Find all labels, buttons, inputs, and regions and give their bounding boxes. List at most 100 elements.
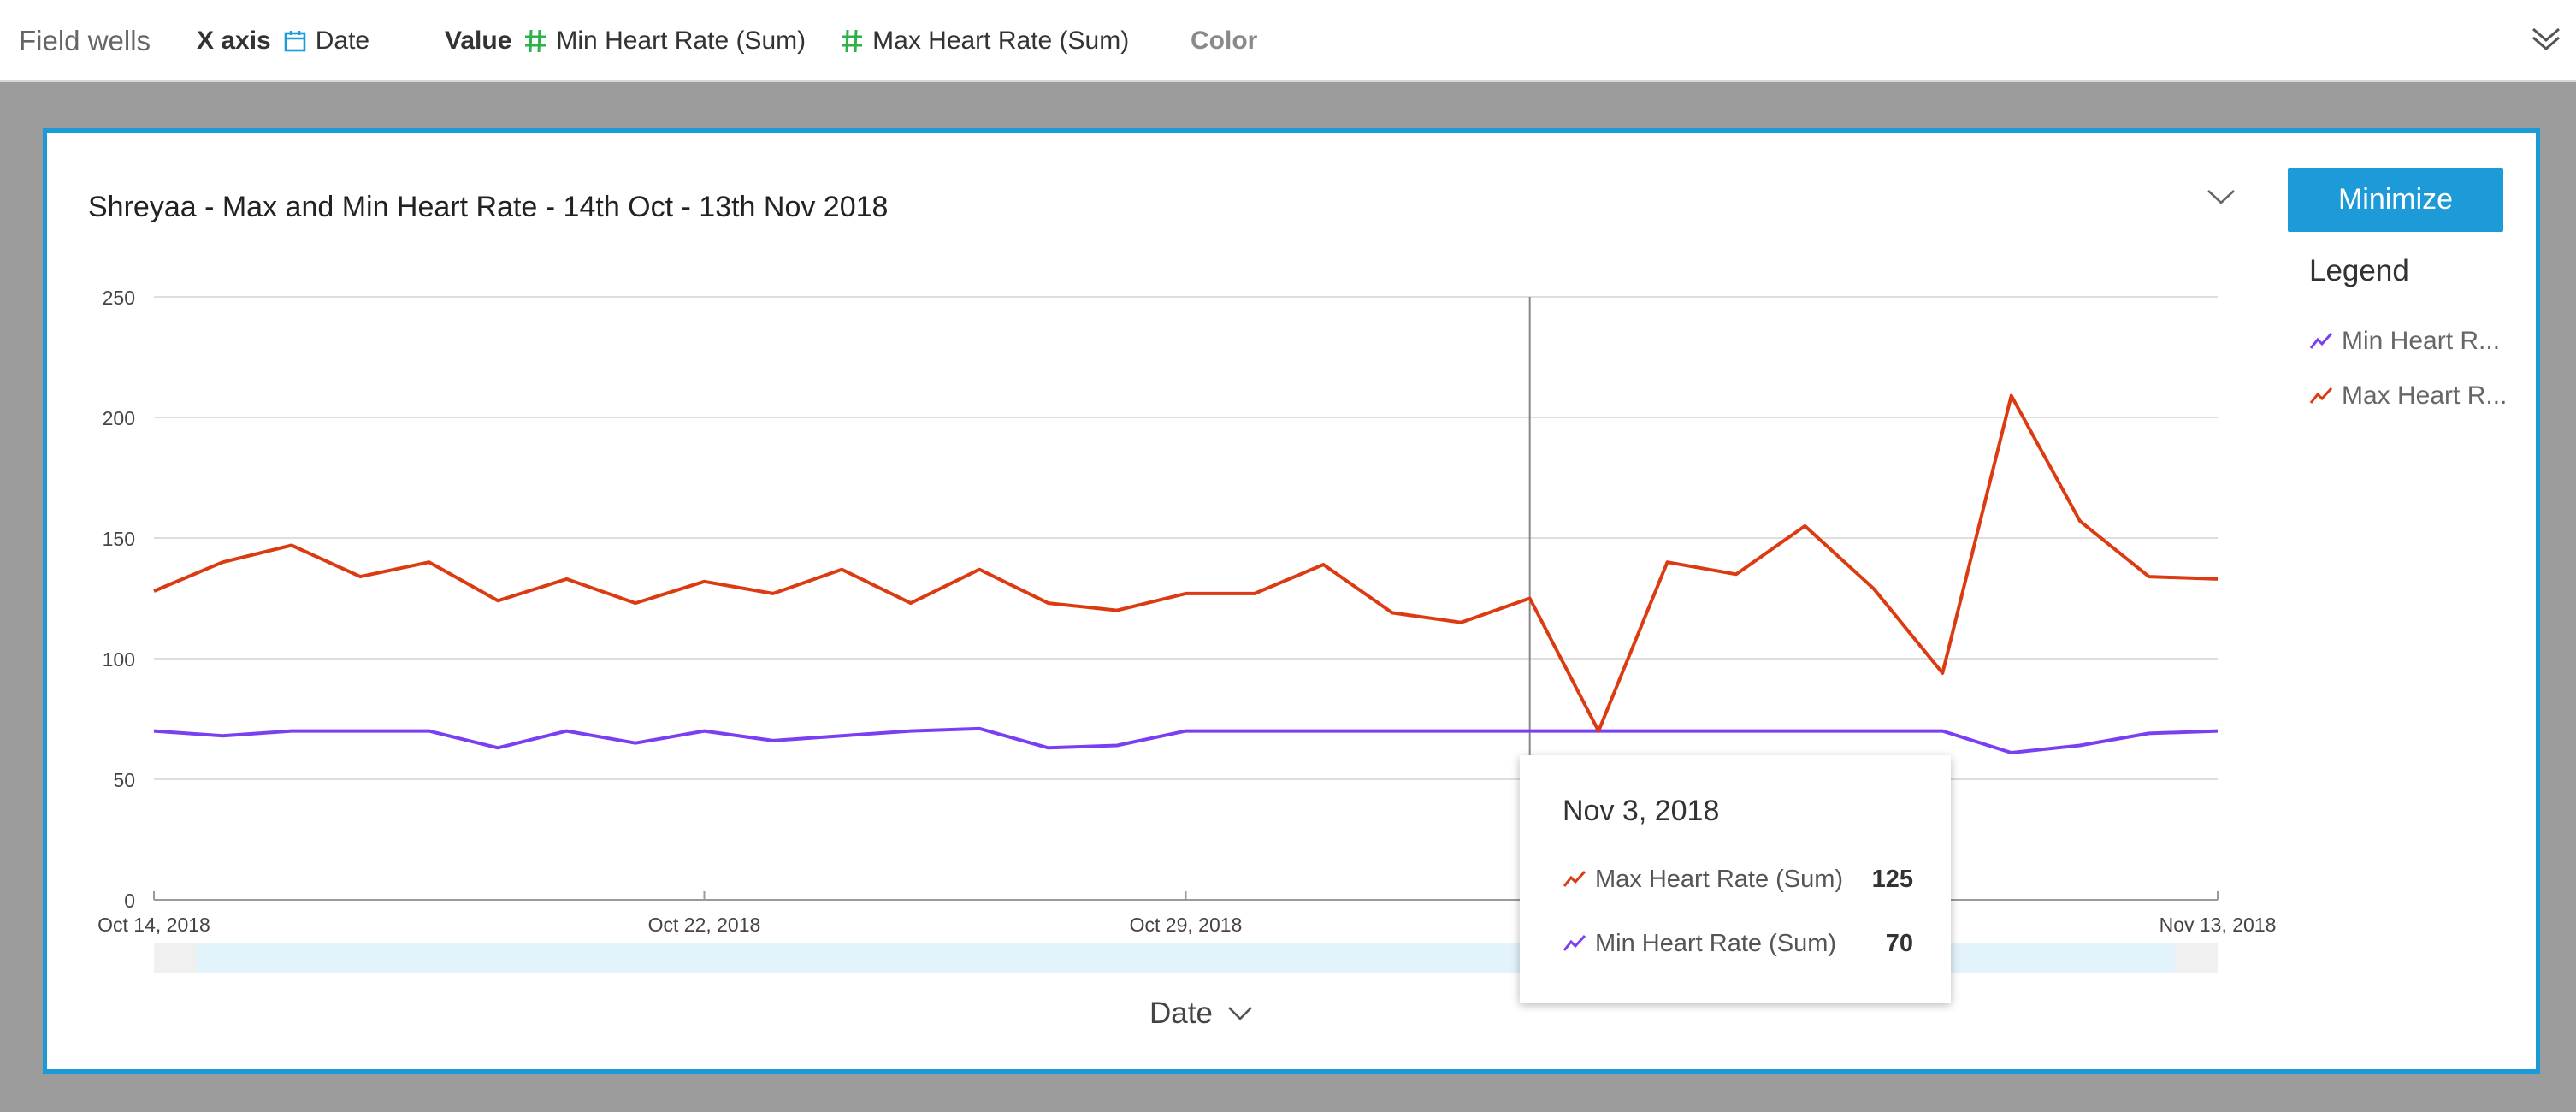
data-point [839, 567, 844, 572]
data-point [427, 559, 432, 565]
data-point [771, 738, 776, 743]
data-point [1390, 729, 1395, 734]
x-axis-title-label: Date [1149, 997, 1213, 1030]
y-tick-label: 250 [103, 287, 135, 309]
data-point [633, 600, 638, 606]
data-point [2215, 577, 2220, 582]
data-point [495, 745, 500, 750]
x-axis-label: X axis [197, 27, 271, 55]
line-series-icon [1563, 934, 1586, 951]
data-point [1734, 729, 1739, 734]
series-line-max-heart-rate-sum[interactable] [153, 393, 2219, 733]
data-point [564, 729, 570, 734]
hash-icon [523, 28, 547, 54]
data-point [2215, 729, 2220, 734]
data-point [151, 729, 157, 734]
data-point [1940, 729, 1945, 734]
data-point [2009, 393, 2014, 399]
y-tick-label: 150 [103, 528, 135, 550]
data-point [220, 733, 225, 738]
data-point [1320, 562, 1326, 567]
hash-icon [840, 28, 864, 54]
data-point [633, 741, 638, 746]
data-point [701, 579, 706, 584]
tooltip-label: Max Heart Rate (Sum) [1595, 865, 1844, 893]
data-point [1802, 729, 1807, 734]
data-point [427, 729, 432, 734]
value-well[interactable]: Value Min Heart Rate (Sum) Max Heart Rat… [445, 0, 1129, 82]
x-axis-well[interactable]: X axis Date [197, 0, 369, 82]
data-point [2077, 518, 2083, 523]
data-point [839, 733, 844, 738]
x-tick-label: Oct 29, 2018 [1130, 914, 1243, 936]
data-point [908, 729, 913, 734]
data-point [1114, 743, 1120, 748]
data-point [1802, 523, 1807, 529]
x-axis-field-date[interactable]: Date [316, 27, 369, 56]
visual-panel[interactable]: Shreyaa - Max and Min Heart Rate - 14th … [43, 128, 2540, 1074]
tooltip-date: Nov 3, 2018 [1563, 795, 1720, 827]
data-point [1527, 729, 1533, 734]
y-tick-label: 100 [103, 648, 135, 671]
data-tooltip: Nov 3, 2018 Max Heart Rate (Sum) 125 Min… [1520, 755, 1951, 1003]
data-point [2147, 574, 2152, 579]
data-point [1184, 591, 1189, 596]
data-point [977, 726, 982, 731]
data-point [1252, 591, 1257, 596]
data-point [2009, 750, 2014, 755]
data-point [1046, 600, 1051, 606]
line-chart[interactable]: 0 50 100 150 200 250 Oct 14, 2018 Oct 22, 2018 O… [47, 133, 2536, 1069]
tooltip-row-max: Max Heart Rate (Sum) 125 [1563, 862, 1913, 896]
data-point [564, 577, 570, 582]
data-point [289, 542, 294, 547]
tooltip-row-min: Min Heart Rate (Sum) 70 [1563, 926, 1913, 961]
calendar-icon [283, 29, 307, 53]
field-wells-bar: Field wells X axis Date Value Min Heart … [0, 0, 2576, 82]
data-point [1184, 729, 1189, 734]
field-wells-title[interactable]: Field wells [19, 0, 151, 82]
x-tick-label: Nov 13, 2018 [2159, 914, 2277, 936]
data-point [289, 729, 294, 734]
tooltip-value: 125 [1871, 865, 1913, 893]
data-point [1458, 620, 1463, 625]
x-tick-label: Oct 22, 2018 [648, 914, 761, 936]
y-tick-label: 50 [113, 769, 135, 791]
tooltip-value: 70 [1885, 929, 1913, 957]
data-point [1596, 729, 1601, 734]
data-point [1940, 671, 1945, 676]
data-point [908, 600, 913, 606]
data-point [1252, 729, 1257, 734]
data-point [1458, 729, 1463, 734]
data-point [1527, 596, 1533, 601]
data-point [1871, 729, 1876, 734]
data-point [357, 729, 363, 734]
data-point [357, 574, 363, 579]
data-point [1046, 745, 1051, 750]
data-point [151, 589, 157, 594]
y-tick-label: 200 [103, 407, 135, 429]
x-tick-label: Oct 14, 2018 [97, 914, 210, 936]
data-point [1665, 729, 1670, 734]
data-point [771, 591, 776, 596]
value-label: Value [445, 27, 512, 55]
x-axis-title[interactable]: Date [1116, 997, 1287, 1031]
data-point [2077, 743, 2083, 748]
data-point [220, 559, 225, 565]
chevron-down-icon [1228, 1007, 1252, 1020]
data-point [2147, 730, 2152, 736]
data-point [1734, 571, 1739, 577]
data-point [1871, 586, 1876, 591]
data-point [1114, 608, 1120, 613]
line-series-icon [1563, 870, 1586, 887]
tooltip-label: Min Heart Rate (Sum) [1595, 929, 1837, 957]
value-field-max-heart-rate[interactable]: Max Heart Rate (Sum) [872, 27, 1129, 56]
data-point [977, 567, 982, 572]
data-point [1665, 559, 1670, 565]
data-point [1390, 610, 1395, 615]
double-chevron-down-icon[interactable] [2530, 24, 2562, 59]
data-point [1320, 729, 1326, 734]
color-well[interactable]: Color [1191, 0, 1257, 82]
value-field-min-heart-rate[interactable]: Min Heart Rate (Sum) [556, 27, 806, 56]
data-point [495, 598, 500, 603]
y-tick-label: 0 [124, 890, 135, 912]
